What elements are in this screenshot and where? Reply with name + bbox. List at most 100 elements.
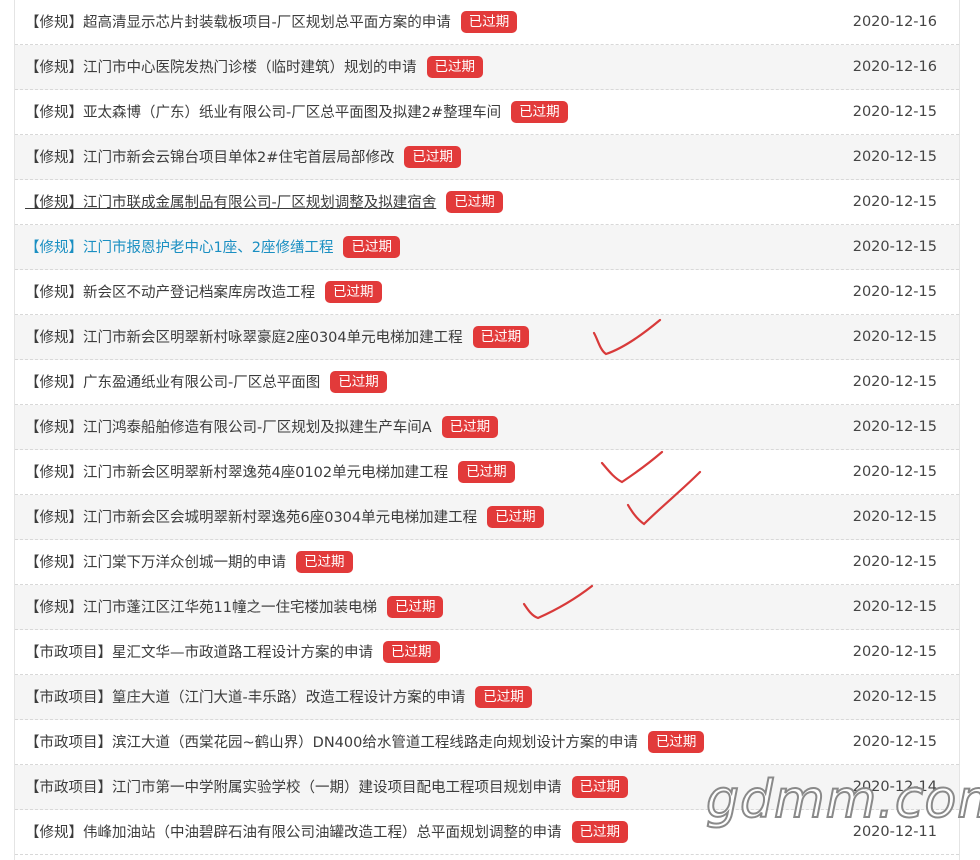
item-link[interactable]: 【修规】江门鸿泰船舶修造有限公司-厂区规划及拟建生产车间A 已过期 bbox=[25, 416, 499, 438]
list-item: 【修规】江门市新会云锦台项目单体2#住宅首层局部修改 已过期 2020-12-15 bbox=[15, 135, 959, 180]
category-tag: 【修规】 bbox=[25, 465, 83, 481]
list-item: 【修规】江门市中心医院发热门诊楼（临时建筑）规划的申请 已过期 2020-12-1… bbox=[15, 45, 959, 90]
expired-badge: 已过期 bbox=[571, 821, 628, 843]
expired-badge: 已过期 bbox=[441, 416, 499, 438]
expired-badge: 已过期 bbox=[446, 191, 503, 213]
item-link[interactable]: 【修规】江门市新会云锦台项目单体2#住宅首层局部修改 已过期 bbox=[25, 146, 461, 168]
item-link[interactable]: 【修规】江门市蓬江区江华苑11幢之一住宅楼加装电梯 已过期 bbox=[25, 596, 444, 618]
expired-badge: 已过期 bbox=[343, 236, 400, 258]
list-item: 【修规】广东盈通纸业有限公司-厂区总平面图 已过期 2020-12-15 bbox=[15, 360, 959, 405]
expired-badge: 已过期 bbox=[571, 776, 628, 798]
category-tag: 【市政项目】 bbox=[25, 735, 112, 751]
item-title: 亚太森博（广东）纸业有限公司-厂区总平面图及拟建2#整理车间 bbox=[83, 105, 502, 121]
expired-badge: 已过期 bbox=[426, 56, 483, 78]
item-date: 2020-12-15 bbox=[852, 374, 937, 390]
item-link[interactable]: 【市政项目】滨江大道（西棠花园~鹤山界）DN400给水管道工程线路走向规划设计方… bbox=[25, 731, 705, 753]
item-link[interactable]: 【修规】亚太森博（广东）纸业有限公司-厂区总平面图及拟建2#整理车间 已过期 bbox=[25, 101, 568, 123]
expired-badge: 已过期 bbox=[511, 101, 568, 123]
category-tag: 【市政项目】 bbox=[25, 645, 112, 661]
list-item: 【市政项目】滨江大道（西棠花园~鹤山界）DN400给水管道工程线路走向规划设计方… bbox=[15, 720, 959, 765]
category-tag: 【修规】 bbox=[25, 600, 83, 616]
item-title: 江门市报恩护老中心1座、2座修缮工程 bbox=[83, 240, 334, 256]
category-tag: 【修规】 bbox=[25, 60, 83, 76]
expired-badge: 已过期 bbox=[325, 281, 382, 303]
item-date: 2020-12-15 bbox=[852, 149, 937, 165]
announcement-list: 【修规】超高清显示芯片封装载板项目-厂区规划总平面方案的申请 已过期 2020-1… bbox=[14, 0, 960, 860]
expired-badge: 已过期 bbox=[472, 326, 530, 348]
item-date: 2020-12-16 bbox=[852, 14, 937, 30]
item-title: 江门市蓬江区江华苑11幢之一住宅楼加装电梯 bbox=[83, 600, 377, 616]
list-item: 【修规】江门市新会区会城明翠新村翠逸苑6座0304单元电梯加建工程 已过期 202… bbox=[15, 495, 959, 540]
category-tag: 【修规】 bbox=[25, 15, 83, 31]
item-link[interactable]: 【修规】江门市联成金属制品有限公司-厂区规划调整及拟建宿舍 已过期 bbox=[25, 191, 503, 213]
item-title: 篁庄大道（江门大道-丰乐路）改造工程设计方案的申请 bbox=[112, 690, 466, 706]
item-date: 2020-12-15 bbox=[852, 284, 937, 300]
item-link[interactable]: 【市政项目】篁庄大道（江门大道-丰乐路）改造工程设计方案的申请 已过期 bbox=[25, 686, 532, 708]
list-item: 【修规】江门市新会区明翠新村翠逸苑4座0102单元电梯加建工程 已过期 2020-… bbox=[15, 450, 959, 495]
expired-badge: 已过期 bbox=[647, 731, 705, 753]
item-link[interactable]: 【修规】江门市新会区明翠新村翠逸苑4座0102单元电梯加建工程 已过期 bbox=[25, 461, 515, 483]
item-date: 2020-12-15 bbox=[852, 239, 937, 255]
item-date: 2020-12-15 bbox=[852, 194, 937, 210]
item-link[interactable]: 【修规】江门市新会区明翠新村咏翠豪庭2座0304单元电梯加建工程 已过期 bbox=[25, 326, 530, 348]
list-item: 【修规】江门棠下万洋众创城一期的申请 已过期 2020-12-15 bbox=[15, 540, 959, 585]
item-link[interactable]: 【市政项目】江门市第一中学附属实验学校（一期）建设项目配电工程项目规划申请 已过期 bbox=[25, 776, 628, 798]
item-date: 2020-12-15 bbox=[852, 599, 937, 615]
expired-badge: 已过期 bbox=[458, 461, 515, 483]
list-item: 【修规】超高清显示芯片封装载板项目-厂区规划总平面方案的申请 已过期 2020-1… bbox=[15, 0, 959, 45]
item-title: 江门市新会区会城明翠新村翠逸苑6座0304单元电梯加建工程 bbox=[83, 510, 478, 526]
item-title: 广东盈通纸业有限公司-厂区总平面图 bbox=[83, 375, 321, 391]
item-date: 2020-12-15 bbox=[852, 644, 937, 660]
category-tag: 【修规】 bbox=[25, 285, 83, 301]
item-date: 2020-12-15 bbox=[852, 689, 937, 705]
category-tag: 【修规】 bbox=[25, 510, 83, 526]
list-item: 【修规】江门市蓬江区江华苑11幢之一住宅楼加装电梯 已过期 2020-12-15 bbox=[15, 585, 959, 630]
item-link[interactable]: 【修规】江门市新会区会城明翠新村翠逸苑6座0304单元电梯加建工程 已过期 bbox=[25, 506, 544, 528]
item-link[interactable]: 【修规】超高清显示芯片封装载板项目-厂区规划总平面方案的申请 已过期 bbox=[25, 11, 518, 33]
category-tag: 【修规】 bbox=[25, 240, 83, 256]
item-date: 2020-12-15 bbox=[852, 104, 937, 120]
expired-badge: 已过期 bbox=[487, 506, 544, 528]
item-date: 2020-12-15 bbox=[852, 734, 937, 750]
item-link[interactable]: 【修规】伟峰加油站（中油碧辟石油有限公司油罐改造工程）总平面规划调整的申请 已过期 bbox=[25, 821, 628, 843]
category-tag: 【市政项目】 bbox=[25, 690, 112, 706]
item-title: 滨江大道（西棠花园~鹤山界）DN400给水管道工程线路走向规划设计方案的申请 bbox=[112, 735, 638, 751]
expired-badge: 已过期 bbox=[460, 11, 518, 33]
item-link[interactable]: 【修规】广东盈通纸业有限公司-厂区总平面图 已过期 bbox=[25, 371, 387, 393]
item-title: 伟峰加油站（中油碧辟石油有限公司油罐改造工程）总平面规划调整的申请 bbox=[83, 825, 562, 841]
category-tag: 【修规】 bbox=[25, 195, 83, 211]
site-watermark: gdmm.com bbox=[705, 769, 980, 831]
expired-badge: 已过期 bbox=[296, 551, 353, 573]
expired-badge: 已过期 bbox=[386, 596, 444, 618]
item-link[interactable]: 【修规】新会区不动产登记档案库房改造工程 已过期 bbox=[25, 281, 382, 303]
expired-badge: 已过期 bbox=[404, 146, 461, 168]
expired-badge: 已过期 bbox=[383, 641, 440, 663]
list-item: 【修规】江门市联成金属制品有限公司-厂区规划调整及拟建宿舍 已过期 2020-12… bbox=[15, 180, 959, 225]
item-title: 江门市第一中学附属实验学校（一期）建设项目配电工程项目规划申请 bbox=[112, 780, 562, 796]
category-tag: 【修规】 bbox=[25, 105, 83, 121]
item-link[interactable]: 【修规】江门市报恩护老中心1座、2座修缮工程 已过期 bbox=[25, 236, 400, 258]
item-date: 2020-12-15 bbox=[852, 554, 937, 570]
item-title: 超高清显示芯片封装载板项目-厂区规划总平面方案的申请 bbox=[83, 15, 451, 31]
item-title: 江门市新会区明翠新村咏翠豪庭2座0304单元电梯加建工程 bbox=[83, 330, 463, 346]
category-tag: 【修规】 bbox=[25, 330, 83, 346]
item-date: 2020-12-15 bbox=[852, 509, 937, 525]
item-title: 星汇文华—市政道路工程设计方案的申请 bbox=[112, 645, 373, 661]
item-link[interactable]: 【修规】江门棠下万洋众创城一期的申请 已过期 bbox=[25, 551, 353, 573]
category-tag: 【修规】 bbox=[25, 555, 83, 571]
item-date: 2020-12-15 bbox=[852, 419, 937, 435]
item-title: 江门市中心医院发热门诊楼（临时建筑）规划的申请 bbox=[83, 60, 417, 76]
item-title: 江门市新会云锦台项目单体2#住宅首层局部修改 bbox=[83, 150, 395, 166]
item-date: 2020-12-15 bbox=[852, 464, 937, 480]
list-item: 【市政项目】星汇文华—市政道路工程设计方案的申请 已过期 2020-12-15 bbox=[15, 630, 959, 675]
item-title: 江门鸿泰船舶修造有限公司-厂区规划及拟建生产车间A bbox=[83, 420, 432, 436]
item-title: 新会区不动产登记档案库房改造工程 bbox=[83, 285, 315, 301]
expired-badge: 已过期 bbox=[330, 371, 387, 393]
item-link[interactable]: 【修规】江门市中心医院发热门诊楼（临时建筑）规划的申请 已过期 bbox=[25, 56, 483, 78]
category-tag: 【市政项目】 bbox=[25, 780, 112, 796]
category-tag: 【修规】 bbox=[25, 420, 83, 436]
list-item: 【修规】江门鸿泰船舶修造有限公司-厂区规划及拟建生产车间A 已过期 2020-12… bbox=[15, 405, 959, 450]
item-title: 江门棠下万洋众创城一期的申请 bbox=[83, 555, 286, 571]
item-link[interactable]: 【市政项目】星汇文华—市政道路工程设计方案的申请 已过期 bbox=[25, 641, 440, 663]
list-item: 【修规】江门市报恩护老中心1座、2座修缮工程 已过期 2020-12-15 bbox=[15, 225, 959, 270]
